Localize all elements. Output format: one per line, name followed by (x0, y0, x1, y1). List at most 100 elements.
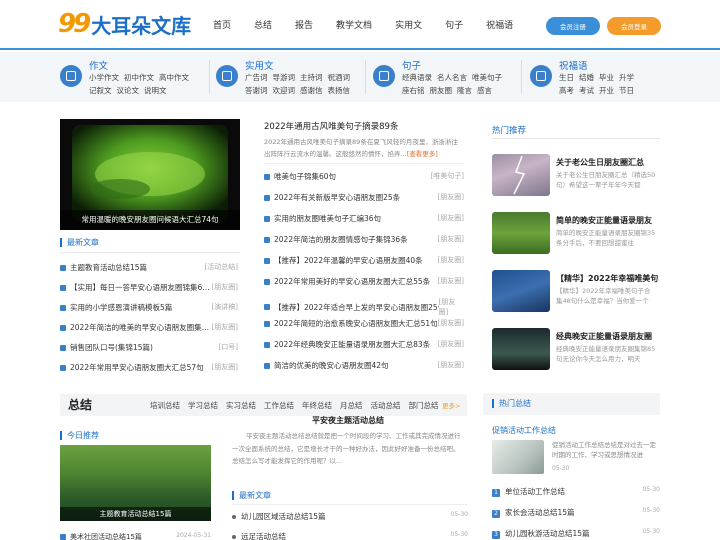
list-item[interactable]: 1 单位活动工作总结 05-30 (492, 486, 660, 497)
item-tag[interactable]: [演讲稿] (212, 302, 238, 313)
category-link[interactable]: 答谢词 (245, 86, 268, 95)
category-link[interactable]: 毕业 (599, 73, 614, 82)
category-link[interactable]: 感谢信 (300, 86, 323, 95)
register-button[interactable]: 会员注册 (546, 17, 600, 35)
category-link[interactable]: 升学 (619, 73, 634, 82)
category-link[interactable]: 开业 (599, 86, 614, 95)
item-tag[interactable]: [朋友圈] (212, 282, 238, 293)
list-item[interactable]: 幼儿园区域活动总结15篇 05-30 (232, 511, 468, 522)
item-tag[interactable]: [朋友圈] (438, 255, 464, 266)
category-link[interactable]: 祝酒词 (328, 73, 351, 82)
more-link[interactable]: [查看更多] (407, 150, 438, 158)
item-tag[interactable]: [活动总结] (205, 262, 238, 273)
nav-practical[interactable]: 实用文 (395, 18, 422, 31)
item-tag[interactable]: [唯美句子] (431, 171, 464, 182)
category-link[interactable]: 座右铭 (402, 86, 425, 95)
list-item[interactable]: 2022年有关新版早安心语朋友圈25条 [朋友圈] (264, 192, 464, 203)
hot-item[interactable]: 经典晚安正能量语录朋友圈 经典晚安正能量语录朋友圈集锦85句无论你今天怎么用力，… (492, 328, 662, 372)
nav-report[interactable]: 报告 (295, 18, 313, 31)
featured-slide[interactable]: 常用温暖的晚安朋友圈问候语大汇总74句 (60, 119, 240, 230)
item-tag[interactable]: [口号] (219, 342, 238, 353)
list-item[interactable]: 远足活动总结 05-30 (232, 531, 468, 540)
nav-blessings[interactable]: 祝福语 (486, 18, 513, 31)
category-link[interactable]: 广告词 (245, 73, 268, 82)
nav-teaching[interactable]: 教学文档 (336, 18, 372, 31)
list-item[interactable]: 简洁的优美的晚安心语朋友圈42句 [朋友圈] (264, 360, 464, 371)
tab-department[interactable]: 部门总结 (409, 400, 439, 411)
item-tag[interactable]: [朋友圈] (438, 276, 464, 287)
category-link[interactable]: 名人名言 (437, 73, 467, 82)
tab-internship[interactable]: 实习总结 (226, 400, 256, 411)
hot-item[interactable]: 【精华】2022年幸福唯美句 【精华】2022年幸福唯美句子合集48句什么是幸福… (492, 270, 662, 314)
item-tag[interactable]: [朋友圈] (438, 192, 464, 203)
category-link[interactable]: 唯美句子 (472, 73, 502, 82)
list-item[interactable]: 2022年常用美好的早安心语朋友圈大汇总55条 [朋友圈] (264, 276, 464, 287)
category-link[interactable]: 高考 (559, 86, 574, 95)
list-item[interactable]: 实用的小学感恩演讲稿模板5篇 [演讲稿] (60, 302, 238, 313)
category-link[interactable]: 主持词 (300, 73, 323, 82)
list-item[interactable]: 唯美句子锦集60句 [唯美句子] (264, 171, 464, 182)
category-link[interactable]: 初中作文 (124, 73, 154, 82)
category-link[interactable]: 表扬信 (328, 86, 351, 95)
tab-activity[interactable]: 活动总结 (371, 400, 401, 411)
site-logo[interactable]: 99 大耳朵文库 (58, 8, 191, 40)
list-item[interactable]: 2022年简洁的朋友圈情感句子集锦36条 [朋友圈] (264, 234, 464, 245)
hot-item[interactable]: 简单的晚安正能量语录朋友 简单的晚安正能量语录朋友圈锦35条分手后，不要回想甜蜜… (492, 212, 662, 256)
list-item[interactable]: 【实用】每日一答早安心语朋友圈锦集69句 [朋友圈] (60, 282, 238, 293)
category-link[interactable]: 欢迎词 (273, 86, 296, 95)
item-tag[interactable]: [朋友圈] (439, 297, 465, 317)
category-link[interactable]: 考试 (579, 86, 594, 95)
list-item[interactable]: 2022年常用早安心语朋友圈大汇总57句 [朋友圈] (60, 362, 238, 373)
nav-sentences[interactable]: 句子 (445, 18, 463, 31)
nav-home[interactable]: 首页 (213, 18, 231, 31)
list-item[interactable]: 2022年简短的治愈系晚安心语朋友圈大汇总51句 [朋友圈] (264, 318, 464, 329)
tab-training[interactable]: 培训总结 (150, 400, 180, 411)
article-title[interactable]: 平安夜主题活动总结 (238, 415, 458, 426)
item-tag[interactable]: [朋友圈] (438, 234, 464, 245)
item-tag[interactable]: [朋友圈] (438, 360, 464, 371)
item-tag[interactable]: [朋友圈] (438, 213, 464, 224)
category-link[interactable]: 生日 (559, 73, 574, 82)
category-link[interactable]: 节日 (619, 86, 634, 95)
list-item[interactable]: 2022年经典晚安正能量语录朋友圈大汇总83条 [朋友圈] (264, 339, 464, 350)
category-link[interactable]: 高中作文 (159, 73, 189, 82)
list-item[interactable]: 【推荐】2022年适合早上发的早安心语朋友圈25句 [朋友圈] (264, 297, 464, 317)
category-link[interactable]: 小学作文 (89, 73, 119, 82)
tab-monthly[interactable]: 月总结 (340, 400, 363, 411)
category-title[interactable]: 作文 (89, 58, 108, 72)
list-item[interactable]: 美术社团活动总结15篇 2024-05-31 (60, 532, 211, 540)
item-tag[interactable]: [朋友圈] (438, 318, 464, 329)
category-link[interactable]: 隆言 (457, 86, 472, 95)
today-image[interactable]: 主题教育活动总结15篇 (60, 445, 211, 521)
list-item[interactable]: 2 家长会活动总结15篇 05-30 (492, 507, 660, 518)
tab-work[interactable]: 工作总结 (264, 400, 294, 411)
tab-study[interactable]: 学习总结 (188, 400, 218, 411)
hot-item[interactable]: 关于老公生日朋友圈汇总 关于老公生日朋友圈汇总（精选50句）希望这一辈子年年今天… (492, 154, 662, 198)
category-title[interactable]: 祝福语 (559, 58, 588, 72)
section-title[interactable]: 总结 (68, 396, 92, 413)
more-link[interactable]: 更多> (442, 400, 460, 410)
hot-top-image[interactable] (492, 440, 544, 474)
category-link[interactable]: 经典语录 (402, 73, 432, 82)
tab-year-end[interactable]: 年终总结 (302, 400, 332, 411)
login-button[interactable]: 会员登录 (607, 17, 661, 35)
list-item[interactable]: 主题教育活动总结15篇 [活动总结] (60, 262, 238, 273)
headline-title[interactable]: 2022年通用古风唯美句子摘录89条 (264, 120, 398, 132)
category-link[interactable]: 朋友圈 (430, 86, 453, 95)
list-item[interactable]: 3 幼儿园秋游活动总结15篇 05-30 (492, 528, 660, 539)
list-item[interactable]: 【推荐】2022年温馨的早安心语朋友圈40条 [朋友圈] (264, 255, 464, 266)
category-link[interactable]: 议论文 (117, 86, 140, 95)
item-tag[interactable]: [朋友圈] (438, 339, 464, 350)
category-link[interactable]: 说明文 (144, 86, 167, 95)
category-link[interactable]: 记叙文 (89, 86, 112, 95)
item-tag[interactable]: [朋友圈] (212, 322, 238, 333)
list-item[interactable]: 实用的朋友圈唯美句子汇编36句 [朋友圈] (264, 213, 464, 224)
category-title[interactable]: 实用文 (245, 58, 274, 72)
category-link[interactable]: 结婚 (579, 73, 594, 82)
item-tag[interactable]: [朋友圈] (212, 362, 238, 373)
hot-top-title[interactable]: 促销活动工作总结 (492, 425, 556, 436)
list-item[interactable]: 销售团队口号(集锦15篇) [口号] (60, 342, 238, 353)
nav-summary[interactable]: 总结 (254, 18, 272, 31)
category-title[interactable]: 句子 (402, 58, 421, 72)
category-link[interactable]: 感言 (477, 86, 492, 95)
